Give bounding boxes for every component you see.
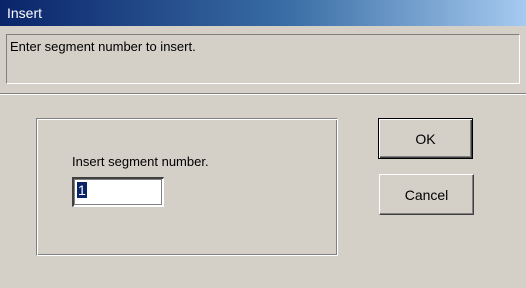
prompt-panel: Enter segment number to insert. — [6, 34, 520, 84]
prompt-text: Enter segment number to insert. — [10, 39, 196, 54]
window-title: Insert — [7, 5, 43, 21]
segment-number-input[interactable]: 1 — [72, 177, 164, 207]
insert-dialog: Insert Enter segment number to insert. I… — [0, 0, 526, 288]
input-group-box: Insert segment number. 1 — [36, 118, 338, 256]
cancel-button[interactable]: Cancel — [379, 174, 474, 215]
separator — [0, 93, 526, 95]
title-bar[interactable]: Insert — [0, 0, 526, 26]
segment-number-value: 1 — [77, 182, 87, 198]
segment-number-label: Insert segment number. — [72, 154, 209, 169]
ok-button[interactable]: OK — [378, 118, 473, 159]
